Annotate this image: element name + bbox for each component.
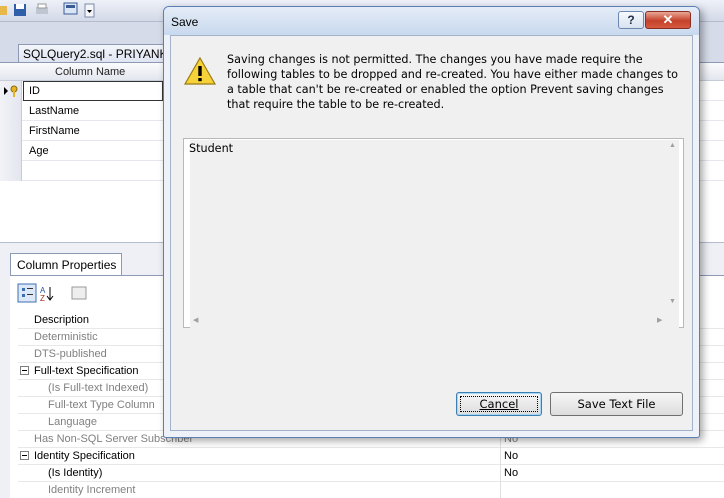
toolbar-dropdown-icon[interactable] bbox=[84, 1, 96, 19]
cancel-button[interactable]: Cancel bbox=[456, 392, 542, 416]
column-name-cell[interactable]: Age bbox=[29, 145, 49, 157]
dialog-title: Save bbox=[171, 15, 199, 29]
collapse-icon[interactable] bbox=[20, 366, 29, 375]
print-icon[interactable] bbox=[34, 1, 50, 19]
row-selector[interactable] bbox=[0, 141, 22, 161]
categorized-icon bbox=[17, 283, 37, 303]
tables-list-box[interactable] bbox=[183, 138, 684, 328]
column-name-cell[interactable]: LastName bbox=[29, 105, 79, 117]
document-tab[interactable]: SQLQuery2.sql - PRIYANKA bbox=[18, 44, 168, 62]
property-name: (Is Full-text Indexed) bbox=[48, 382, 149, 394]
scroll-down-icon[interactable]: ▼ bbox=[669, 298, 679, 308]
close-button[interactable]: ✕ bbox=[645, 11, 691, 29]
properties-toolbar: A Z bbox=[14, 282, 96, 304]
column-name-cell[interactable]: FirstName bbox=[29, 125, 80, 137]
row-selector[interactable] bbox=[0, 121, 22, 141]
save-dialog: Save ? ✕ Saving changes is not permitted… bbox=[163, 6, 700, 438]
horizontal-scrollbar[interactable]: ◀ ▶ bbox=[183, 314, 663, 328]
save-text-file-button[interactable]: Save Text File bbox=[550, 392, 683, 416]
scroll-up-icon[interactable]: ▲ bbox=[669, 142, 679, 152]
property-pages-icon bbox=[71, 286, 87, 300]
warning-message: Saving changes is not permitted. The cha… bbox=[227, 53, 678, 111]
property-row[interactable]: Identity Increment bbox=[18, 482, 724, 498]
svg-text:Z: Z bbox=[40, 294, 45, 303]
toolbar-icon-partial[interactable] bbox=[0, 1, 8, 19]
column-properties-tab[interactable]: Column Properties bbox=[10, 253, 122, 275]
dialog-titlebar[interactable]: Save ? ✕ bbox=[164, 7, 699, 35]
column-name-cell[interactable]: ID bbox=[29, 85, 40, 97]
property-name: Deterministic bbox=[34, 331, 98, 343]
row-selector[interactable] bbox=[0, 101, 22, 121]
table-list-item[interactable]: Student bbox=[189, 142, 233, 155]
collapse-icon[interactable] bbox=[20, 451, 29, 460]
scroll-left-icon[interactable]: ◀ bbox=[193, 316, 198, 324]
property-name: Language bbox=[48, 416, 97, 428]
property-value[interactable]: No bbox=[504, 450, 518, 462]
warning-icon bbox=[183, 56, 217, 85]
help-button[interactable]: ? bbox=[618, 11, 644, 29]
scroll-right-icon[interactable]: ▶ bbox=[657, 316, 662, 324]
property-name: Identity Increment bbox=[48, 484, 136, 496]
save-text-file-label: Save Text File bbox=[577, 397, 656, 411]
property-name: Identity Specification bbox=[34, 450, 135, 462]
dialog-body: Saving changes is not permitted. The cha… bbox=[170, 35, 693, 431]
row-selector[interactable] bbox=[0, 161, 22, 181]
property-value[interactable]: No bbox=[504, 467, 518, 479]
property-name: Full-text Specification bbox=[34, 365, 139, 377]
primary-key-icon bbox=[4, 85, 18, 97]
column-name-header[interactable]: Column Name bbox=[55, 66, 125, 78]
property-name: DTS-published bbox=[34, 348, 107, 360]
properties-icon[interactable] bbox=[62, 1, 80, 19]
property-name: Description bbox=[34, 314, 90, 326]
property-row[interactable]: Identity Specification No bbox=[18, 448, 724, 465]
save-icon[interactable] bbox=[12, 1, 28, 19]
property-name: (Is Identity) bbox=[48, 467, 103, 479]
property-name: Full-text Type Column bbox=[48, 399, 155, 411]
property-row[interactable]: (Is Identity) No bbox=[18, 465, 724, 482]
row-selector[interactable] bbox=[0, 81, 22, 101]
